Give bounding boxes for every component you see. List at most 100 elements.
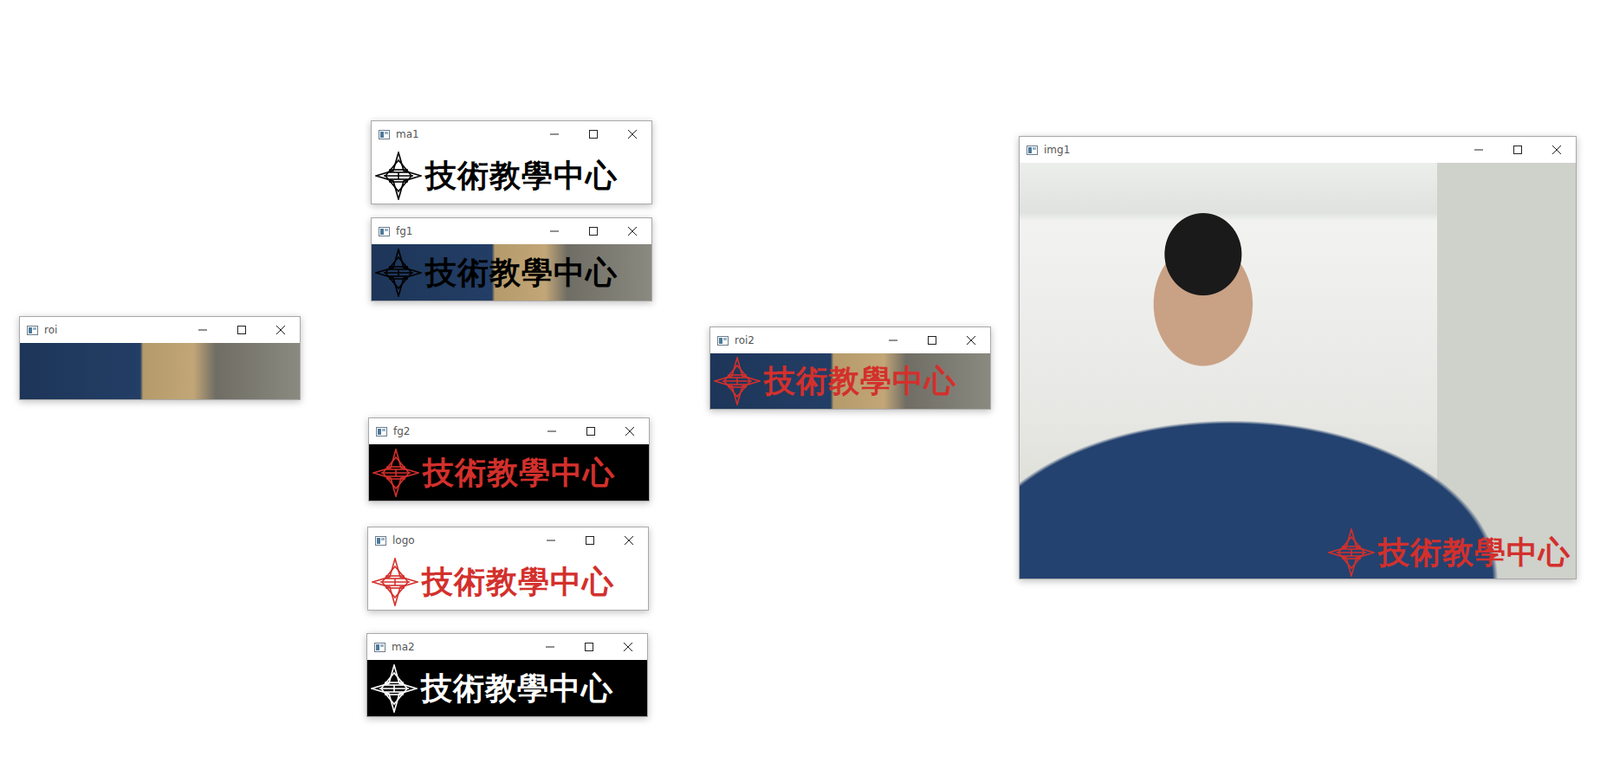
image-view: 技術教學中心 xyxy=(710,353,991,409)
maximize-icon xyxy=(927,336,937,345)
minimize-button[interactable] xyxy=(531,527,571,554)
minimize-icon xyxy=(550,226,559,236)
minimize-button[interactable] xyxy=(873,327,913,354)
image-view: 技術教學中心 xyxy=(371,147,652,204)
minimize-icon xyxy=(546,536,556,545)
image-window[interactable]: fg1 技術教學中心 xyxy=(370,217,653,302)
maximize-button[interactable] xyxy=(570,418,610,445)
image-window[interactable]: ma1 技術教學中心 xyxy=(370,120,653,205)
title-bar[interactable]: img1 xyxy=(1019,136,1576,163)
desktop: roi ma1 技術教學中心 fg1 技術教學中心 roi2 技術教學中心 fg2 技術教學中心… xyxy=(0,0,1600,763)
logo: 技術教學中心 xyxy=(367,664,617,713)
window-icon xyxy=(378,226,390,237)
close-button[interactable] xyxy=(951,327,991,354)
emblem-icon xyxy=(371,557,419,607)
close-button[interactable] xyxy=(608,527,648,554)
logo-text: 技術教學中心 xyxy=(425,156,618,195)
window-title: ma2 xyxy=(391,641,531,654)
logo: 技術教學中心 xyxy=(368,557,618,607)
logo-text: 技術教學中心 xyxy=(421,669,614,707)
image-window[interactable]: logo 技術教學中心 xyxy=(367,526,649,611)
window-icon xyxy=(378,129,390,140)
close-icon xyxy=(623,642,633,652)
maximize-icon xyxy=(586,427,596,436)
maximize-icon xyxy=(589,226,598,236)
camera-frame: 技術教學中心 xyxy=(1019,162,1576,579)
logo: 技術教學中心 xyxy=(1324,528,1575,577)
window-icon xyxy=(374,642,386,653)
maximize-icon xyxy=(584,642,594,652)
minimize-icon xyxy=(198,325,208,335)
title-bar[interactable]: fg2 xyxy=(369,418,649,445)
maximize-button[interactable] xyxy=(912,327,952,354)
title-bar[interactable]: fg1 xyxy=(371,218,652,245)
window-icon xyxy=(26,325,39,336)
emblem-icon xyxy=(713,356,761,406)
image-window[interactable]: roi2 技術教學中心 xyxy=(709,326,992,410)
close-button[interactable] xyxy=(612,121,652,148)
close-button[interactable] xyxy=(609,418,649,445)
close-button[interactable] xyxy=(260,317,300,344)
image-view xyxy=(19,343,300,400)
maximize-icon xyxy=(1513,145,1523,155)
close-icon xyxy=(628,129,637,139)
maximize-button[interactable] xyxy=(573,121,613,148)
minimize-icon xyxy=(888,336,898,345)
title-bar[interactable]: ma1 xyxy=(371,121,652,148)
close-icon xyxy=(276,325,286,335)
image-window[interactable]: roi xyxy=(19,316,301,401)
close-icon xyxy=(628,226,637,236)
emblem-icon xyxy=(375,151,422,201)
emblem-icon xyxy=(1327,528,1375,577)
logo-text: 技術教學中心 xyxy=(422,453,616,492)
maximize-button[interactable] xyxy=(1497,136,1537,163)
image-window[interactable]: ma2 技術教學中心 xyxy=(366,633,648,718)
logo: 技術教學中心 xyxy=(369,448,619,498)
maximize-button[interactable] xyxy=(569,634,609,661)
minimize-button[interactable] xyxy=(182,317,222,344)
window-title: fg1 xyxy=(395,225,535,238)
minimize-button[interactable] xyxy=(530,634,570,661)
window-title: fg2 xyxy=(393,425,532,438)
close-button[interactable] xyxy=(612,218,652,245)
close-icon xyxy=(625,427,635,436)
window-title: logo xyxy=(392,534,532,547)
close-button[interactable] xyxy=(608,634,648,661)
close-button[interactable] xyxy=(1536,136,1576,163)
minimize-icon xyxy=(547,427,557,436)
title-bar[interactable]: roi xyxy=(19,317,300,344)
close-icon xyxy=(966,336,976,345)
image-view: 技術教學中心 xyxy=(1019,162,1576,579)
logo-text: 技術教學中心 xyxy=(764,362,957,400)
minimize-icon xyxy=(1474,145,1484,155)
minimize-button[interactable] xyxy=(531,418,571,445)
minimize-button[interactable] xyxy=(1458,136,1498,163)
window-icon xyxy=(1026,145,1038,156)
window-icon xyxy=(375,427,388,437)
image-view: 技術教學中心 xyxy=(371,244,652,301)
maximize-icon xyxy=(237,325,247,335)
maximize-button[interactable] xyxy=(570,527,609,554)
minimize-button[interactable] xyxy=(534,218,574,245)
maximize-button[interactable] xyxy=(573,218,613,245)
maximize-button[interactable] xyxy=(221,317,261,344)
emblem-icon xyxy=(370,664,418,713)
title-bar[interactable]: ma2 xyxy=(367,634,648,661)
image-window[interactable]: fg2 技術教學中心 xyxy=(368,417,650,502)
title-bar[interactable]: logo xyxy=(368,527,648,554)
image-view: 技術教學中心 xyxy=(367,660,648,717)
minimize-icon xyxy=(550,129,559,139)
title-bar[interactable]: roi2 xyxy=(710,327,991,354)
logo-text: 技術教學中心 xyxy=(1378,533,1571,571)
maximize-icon xyxy=(585,536,595,545)
image-view: 技術教學中心 xyxy=(368,553,648,610)
minimize-button[interactable] xyxy=(534,121,574,148)
image-view: 技術教學中心 xyxy=(369,444,649,501)
maximize-icon xyxy=(589,129,598,139)
logo: 技術教學中心 xyxy=(371,248,622,298)
close-icon xyxy=(1552,145,1562,155)
emblem-icon xyxy=(375,248,422,298)
minimize-icon xyxy=(545,642,555,652)
image-window[interactable]: img1 技術教學中心 xyxy=(1018,136,1577,580)
window-icon xyxy=(375,536,387,546)
